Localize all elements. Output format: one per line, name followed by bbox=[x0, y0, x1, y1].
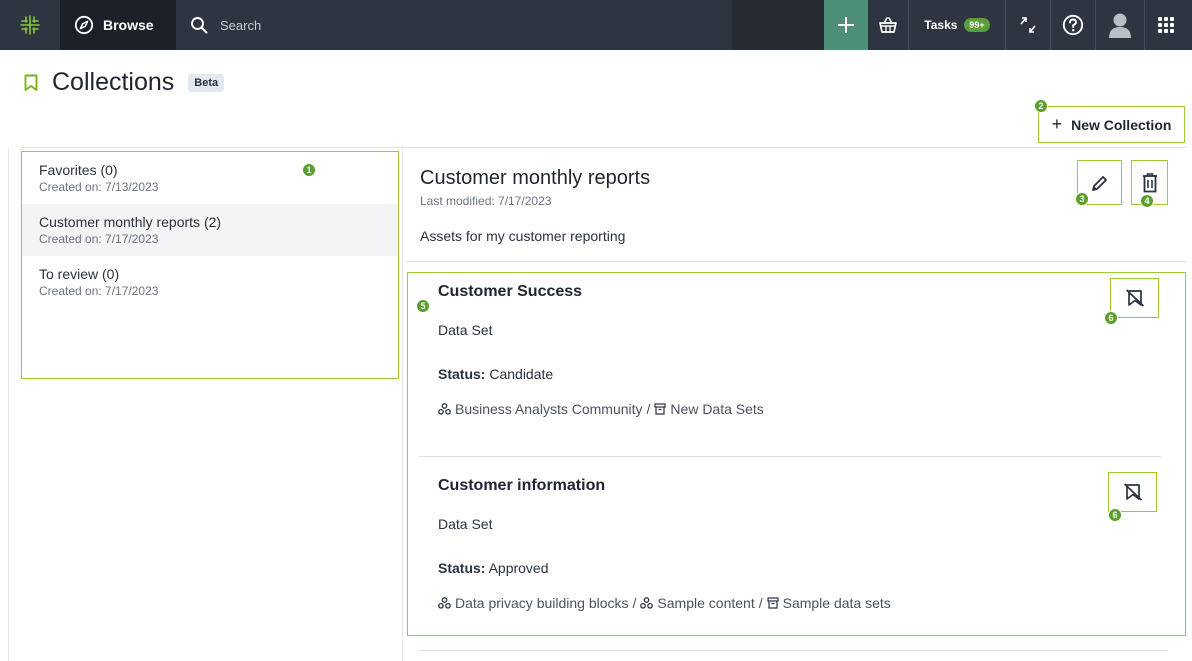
collection-created-date: Created on: 7/17/2023 bbox=[39, 284, 159, 298]
collection-item-to-review[interactable]: To review (0) Created on: 7/17/2023 bbox=[22, 256, 398, 308]
tasks-button[interactable]: Tasks 99+ bbox=[909, 0, 1005, 50]
step-marker-1: 1 bbox=[302, 163, 316, 177]
community-icon bbox=[438, 403, 451, 415]
status-label: Status: bbox=[438, 366, 486, 382]
new-collection-button[interactable]: + New Collection bbox=[1038, 106, 1185, 143]
status-label: Status: bbox=[438, 560, 486, 576]
asset-name-link[interactable]: Customer information bbox=[438, 477, 891, 495]
step-marker-2: 2 bbox=[1034, 99, 1048, 113]
tasks-label: Tasks bbox=[924, 18, 958, 32]
remove-from-collection-button[interactable] bbox=[1108, 472, 1157, 512]
asset-divider bbox=[419, 456, 1161, 457]
step-marker-6: 6 bbox=[1104, 311, 1118, 325]
breadcrumb-community-link[interactable]: Business Analysts Community bbox=[455, 401, 643, 417]
collection-description: Assets for my customer reporting bbox=[420, 228, 626, 244]
browse-button[interactable]: Browse bbox=[60, 0, 176, 50]
breadcrumb-community-link[interactable]: Sample content bbox=[657, 595, 754, 611]
asset-type: Data Set bbox=[438, 322, 493, 338]
basket-icon bbox=[879, 17, 897, 33]
page-header: Collections Beta bbox=[24, 68, 225, 97]
breadcrumb-separator: / bbox=[758, 595, 763, 611]
bookmark-icon bbox=[24, 74, 38, 91]
asset-breadcrumb: Data privacy building blocks / Sample co… bbox=[438, 595, 891, 611]
help-button[interactable] bbox=[1051, 0, 1095, 50]
status-value: Candidate bbox=[489, 366, 554, 382]
pane-divider bbox=[402, 148, 403, 661]
search-icon bbox=[191, 17, 208, 34]
collection-name: To review (0) bbox=[39, 266, 120, 282]
activity-arrows-icon bbox=[1020, 17, 1036, 33]
plus-icon: + bbox=[1051, 114, 1063, 134]
plus-icon bbox=[838, 17, 854, 33]
breadcrumb-domain-link[interactable]: Sample data sets bbox=[783, 595, 891, 611]
collection-list: Favorites (0) Created on: 7/13/2023 Cust… bbox=[21, 151, 399, 379]
asset-card: Customer information Data Set Status: Ap… bbox=[438, 477, 891, 611]
compass-icon bbox=[74, 15, 94, 35]
activity-button[interactable] bbox=[1006, 0, 1050, 50]
collection-name: Favorites (0) bbox=[39, 162, 118, 178]
left-border bbox=[8, 148, 9, 661]
bookmark-remove-icon bbox=[1125, 289, 1144, 307]
step-marker-3: 3 bbox=[1075, 192, 1089, 206]
collection-title: Customer monthly reports bbox=[420, 167, 651, 189]
user-icon bbox=[1109, 13, 1131, 38]
asset-breadcrumb: Business Analysts Community / New Data S… bbox=[438, 401, 764, 417]
nav-spacer bbox=[732, 0, 824, 50]
beta-badge: Beta bbox=[188, 73, 225, 92]
breadcrumb-community-link[interactable]: Data privacy building blocks bbox=[455, 595, 629, 611]
domain-icon bbox=[654, 403, 667, 415]
step-marker-6: 6 bbox=[1108, 508, 1122, 522]
bottom-divider bbox=[420, 650, 1168, 651]
app-switcher-button[interactable] bbox=[1145, 0, 1187, 50]
asset-status: Status: Candidate bbox=[438, 366, 764, 382]
community-icon bbox=[640, 597, 654, 609]
asset-list: Customer Success Data Set Status: Candid… bbox=[407, 272, 1186, 636]
collection-created-date: Created on: 7/17/2023 bbox=[39, 232, 159, 246]
status-value: Approved bbox=[488, 560, 549, 576]
step-marker-5: 5 bbox=[416, 299, 430, 313]
search-input[interactable]: Search bbox=[176, 0, 732, 50]
remove-from-collection-button[interactable] bbox=[1110, 278, 1159, 318]
create-button[interactable] bbox=[824, 0, 868, 50]
domain-icon bbox=[767, 597, 779, 609]
pencil-icon bbox=[1091, 175, 1107, 191]
asset-status: Status: Approved bbox=[438, 560, 891, 576]
collection-name: Customer monthly reports (2) bbox=[39, 214, 222, 230]
collection-created-date: Created on: 7/13/2023 bbox=[39, 180, 159, 194]
detail-divider bbox=[406, 261, 1186, 262]
last-modified: Last modified: 7/17/2023 bbox=[420, 194, 552, 208]
grid-icon bbox=[1158, 17, 1174, 33]
app-logo-icon[interactable] bbox=[0, 0, 60, 50]
trash-icon bbox=[1142, 172, 1157, 192]
tasks-count-badge: 99+ bbox=[964, 18, 990, 32]
breadcrumb-domain-link[interactable]: New Data Sets bbox=[670, 401, 763, 417]
community-icon bbox=[438, 597, 451, 609]
top-nav: Browse Search Tasks 99+ bbox=[0, 0, 1192, 50]
breadcrumb-separator: / bbox=[646, 401, 651, 417]
asset-type: Data Set bbox=[438, 516, 493, 532]
help-icon bbox=[1062, 14, 1084, 36]
search-placeholder: Search bbox=[220, 17, 262, 33]
collection-item-favorites[interactable]: Favorites (0) Created on: 7/13/2023 bbox=[22, 152, 398, 204]
asset-card: Customer Success Data Set Status: Candid… bbox=[438, 283, 764, 417]
page-title: Collections bbox=[52, 68, 175, 96]
collection-item-customer-monthly-reports[interactable]: Customer monthly reports (2) Created on:… bbox=[22, 204, 398, 256]
breadcrumb-separator: / bbox=[632, 595, 637, 611]
header-divider bbox=[22, 147, 1186, 148]
user-avatar[interactable] bbox=[1096, 0, 1144, 50]
bookmark-remove-icon bbox=[1123, 483, 1142, 501]
browse-label: Browse bbox=[103, 17, 154, 33]
new-collection-label: New Collection bbox=[1071, 116, 1172, 133]
asset-name-link[interactable]: Customer Success bbox=[438, 283, 764, 301]
basket-button[interactable] bbox=[868, 0, 908, 50]
step-marker-4: 4 bbox=[1140, 194, 1154, 208]
